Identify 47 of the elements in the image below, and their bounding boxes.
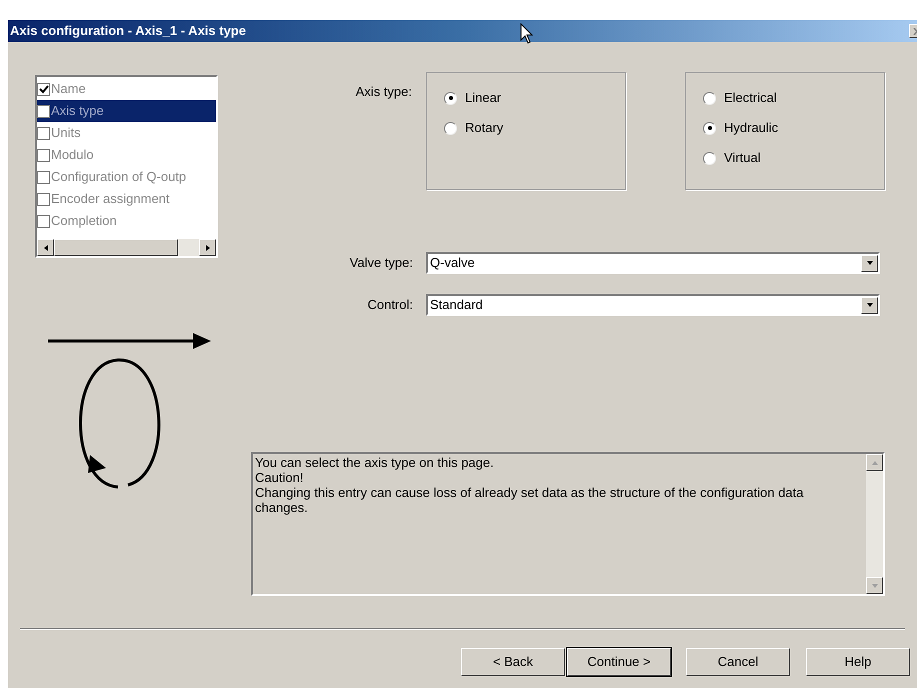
dialog-button[interactable]: Help [806, 648, 910, 676]
scroll-up-button[interactable] [866, 454, 883, 471]
scroll-left-button[interactable] [37, 239, 54, 256]
radio-button[interactable] [444, 92, 457, 104]
radio-option[interactable]: Virtual [703, 143, 884, 173]
triangle-down-icon [866, 259, 874, 267]
dropdown-arrow-button[interactable] [861, 296, 878, 314]
triangle-down-icon [870, 582, 878, 590]
window-title: Axis configuration - Axis_1 - Axis type [9, 22, 246, 40]
triangle-right-icon [204, 244, 212, 252]
step-checkbox[interactable] [37, 148, 50, 162]
mouse-cursor-icon [520, 23, 534, 45]
radio-option[interactable]: Rotary [444, 113, 625, 143]
description-text: You can select the axis type on this page. [255, 455, 495, 470]
dialog-button[interactable]: < Back [461, 648, 565, 676]
step-item[interactable]: Axis type [37, 100, 216, 122]
horizontal-scrollbar[interactable] [37, 239, 216, 256]
dropdown-arrow-button[interactable] [861, 254, 878, 272]
radio-button[interactable] [703, 152, 716, 164]
triangle-down-icon [866, 301, 874, 309]
radio-option[interactable]: Linear [444, 83, 625, 113]
triangle-up-icon [870, 458, 878, 466]
vertical-scrollbar[interactable] [866, 454, 883, 594]
radio-button[interactable] [703, 92, 716, 104]
dropdown-field[interactable]: Standard [426, 294, 880, 316]
step-checkbox[interactable] [37, 126, 50, 140]
radio-option[interactable]: Electrical [703, 83, 884, 113]
description-text: Caution! [255, 470, 304, 485]
radio-button[interactable] [444, 122, 457, 134]
triangle-left-icon [42, 244, 50, 252]
scroll-thumb[interactable] [54, 239, 178, 256]
field-label: Valve type: [348, 254, 413, 272]
dialog-button[interactable]: Cancel [686, 648, 790, 676]
description-text: Changing this entry can cause loss of already set data as the structure of the configuration data changes. [255, 485, 804, 515]
step-checkbox[interactable] [37, 82, 50, 96]
scroll-down-button[interactable] [866, 577, 883, 594]
scroll-right-button[interactable] [199, 239, 216, 256]
dialog-button[interactable]: Continue > [567, 648, 671, 676]
step-checkbox[interactable] [37, 104, 50, 118]
step-checkbox[interactable] [37, 170, 50, 184]
radio-option[interactable]: Hydraulic [703, 113, 884, 143]
radio-button[interactable] [703, 122, 716, 134]
step-checkbox[interactable] [37, 192, 50, 206]
axis-type-label: Axis type: [354, 83, 413, 101]
step-checkbox[interactable] [37, 214, 50, 228]
dropdown-field[interactable]: Q-valve [426, 252, 880, 274]
field-label: Control: [366, 296, 413, 314]
